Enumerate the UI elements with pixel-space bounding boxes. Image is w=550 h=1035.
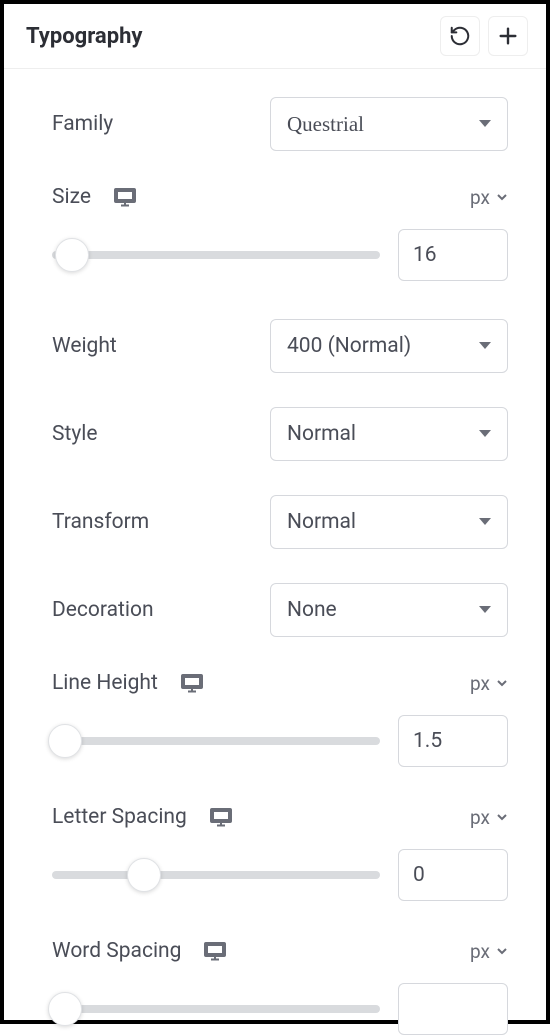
size-unit-value: px: [470, 186, 490, 209]
letter-spacing-row: Letter Spacing px: [52, 805, 508, 829]
letter-spacing-slider-row: [52, 849, 508, 901]
size-input[interactable]: [398, 229, 508, 281]
size-slider-row: [52, 229, 508, 281]
weight-row: Weight 400 (Normal): [52, 319, 508, 373]
decoration-select[interactable]: None: [270, 583, 508, 637]
letter-spacing-unit-select[interactable]: px: [470, 806, 508, 829]
panel-header: Typography: [4, 4, 546, 69]
transform-label: Transform: [52, 510, 149, 534]
chevron-down-icon: [496, 813, 508, 821]
line-height-input[interactable]: [398, 715, 508, 767]
size-slider[interactable]: [52, 251, 380, 259]
size-slider-thumb[interactable]: [55, 238, 89, 272]
word-spacing-row: Word Spacing px: [52, 939, 508, 963]
family-select[interactable]: Questrial: [270, 97, 508, 151]
word-spacing-unit-value: px: [470, 940, 490, 963]
word-spacing-input[interactable]: [398, 983, 508, 1035]
decoration-row: Decoration None: [52, 583, 508, 637]
chevron-down-icon: [496, 947, 508, 955]
undo-icon: [449, 25, 471, 47]
family-label: Family: [52, 112, 113, 136]
line-height-slider[interactable]: [52, 737, 380, 745]
transform-row: Transform Normal: [52, 495, 508, 549]
style-select-value: Normal: [270, 407, 508, 461]
chevron-down-icon: [496, 193, 508, 201]
weight-select-value: 400 (Normal): [270, 319, 508, 373]
transform-select-value: Normal: [270, 495, 508, 549]
letter-spacing-slider[interactable]: [52, 871, 380, 879]
line-height-label: Line Height: [52, 671, 158, 695]
letter-spacing-label: Letter Spacing: [52, 805, 187, 829]
style-row: Style Normal: [52, 407, 508, 461]
panel-body: Family Questrial Size px Weight: [4, 69, 546, 1035]
transform-select[interactable]: Normal: [270, 495, 508, 549]
decoration-select-value: None: [270, 583, 508, 637]
line-height-unit-select[interactable]: px: [470, 672, 508, 695]
desktop-icon[interactable]: [209, 807, 233, 827]
desktop-icon[interactable]: [180, 673, 204, 693]
reset-button[interactable]: [440, 16, 480, 56]
word-spacing-label: Word Spacing: [52, 939, 181, 963]
letter-spacing-unit-value: px: [470, 806, 490, 829]
size-row: Size px: [52, 185, 508, 209]
add-button[interactable]: [488, 16, 528, 56]
word-spacing-unit-select[interactable]: px: [470, 940, 508, 963]
line-height-row: Line Height px: [52, 671, 508, 695]
word-spacing-slider[interactable]: [52, 1005, 380, 1013]
chevron-down-icon: [496, 679, 508, 687]
desktop-icon[interactable]: [203, 941, 227, 961]
word-spacing-slider-thumb[interactable]: [48, 992, 82, 1026]
weight-select[interactable]: 400 (Normal): [270, 319, 508, 373]
line-height-slider-row: [52, 715, 508, 767]
desktop-icon[interactable]: [113, 187, 137, 207]
letter-spacing-input[interactable]: [398, 849, 508, 901]
header-actions: [440, 16, 528, 56]
plus-icon: [497, 25, 519, 47]
weight-label: Weight: [52, 334, 117, 358]
line-height-slider-thumb[interactable]: [48, 724, 82, 758]
style-label: Style: [52, 422, 98, 446]
size-label: Size: [52, 185, 91, 209]
decoration-label: Decoration: [52, 598, 154, 622]
size-unit-select[interactable]: px: [470, 186, 508, 209]
line-height-unit-value: px: [470, 672, 490, 695]
word-spacing-slider-row: [52, 983, 508, 1035]
family-select-value: Questrial: [270, 97, 508, 151]
panel-title: Typography: [26, 24, 142, 49]
style-select[interactable]: Normal: [270, 407, 508, 461]
family-row: Family Questrial: [52, 97, 508, 151]
letter-spacing-slider-thumb[interactable]: [127, 858, 161, 892]
